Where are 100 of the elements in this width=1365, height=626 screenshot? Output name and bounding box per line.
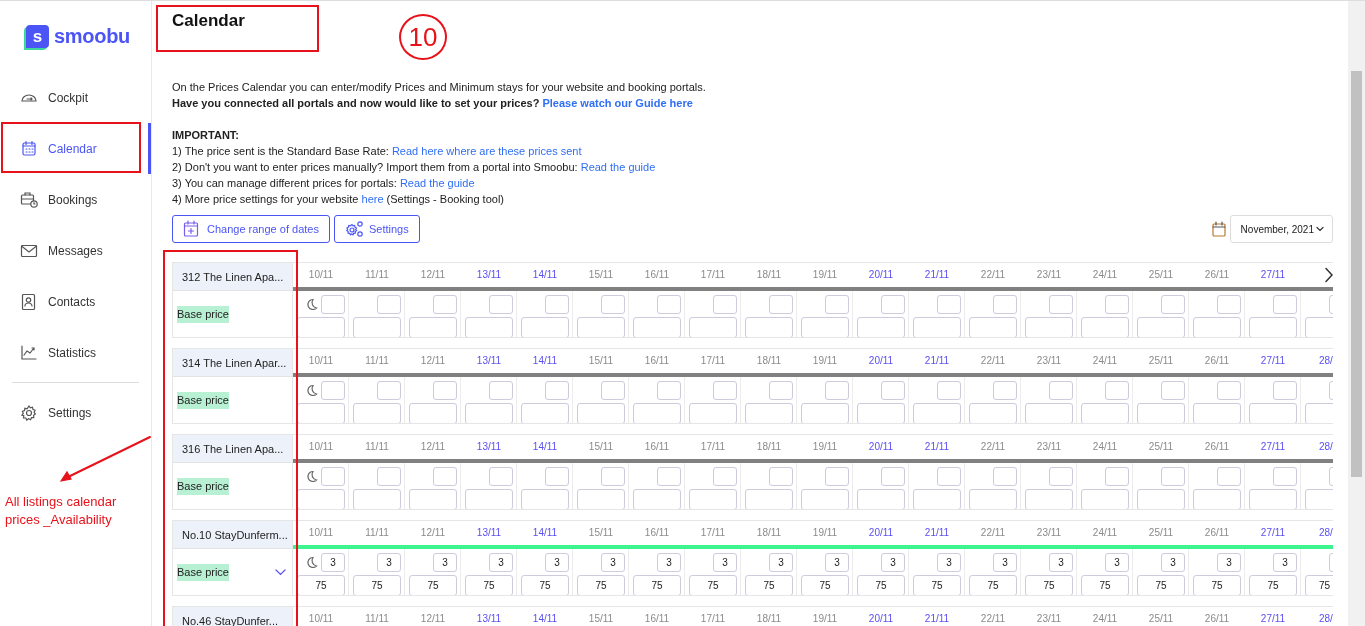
min-stay-field[interactable]: 3 <box>377 552 401 572</box>
min-stay-field[interactable]: 3 <box>545 552 569 572</box>
change-range-button[interactable]: Change range of dates <box>172 215 330 244</box>
min-stay-field[interactable] <box>937 380 961 400</box>
price-field[interactable] <box>1137 403 1185 424</box>
price-field[interactable] <box>465 489 513 510</box>
price-field[interactable]: 75 <box>1081 575 1129 596</box>
price-field[interactable] <box>465 317 513 338</box>
min-stay-field[interactable] <box>993 380 1017 400</box>
price-field[interactable]: 75 <box>465 575 513 596</box>
min-stay-field[interactable] <box>1161 466 1185 486</box>
min-stay-field[interactable] <box>1161 294 1185 314</box>
min-stay-field[interactable]: 3 <box>1105 552 1129 572</box>
price-field[interactable]: 75 <box>577 575 625 596</box>
price-field[interactable] <box>1025 489 1073 510</box>
price-field[interactable] <box>689 317 737 338</box>
price-field[interactable]: 75 <box>689 575 737 596</box>
price-field[interactable] <box>913 403 961 424</box>
min-stay-field[interactable] <box>1049 294 1073 314</box>
price-field[interactable] <box>1137 489 1185 510</box>
price-field[interactable] <box>1193 489 1241 510</box>
min-stay-field[interactable]: 3 <box>1217 552 1241 572</box>
min-stay-field[interactable] <box>545 294 569 314</box>
month-dropdown[interactable]: November, 2021 <box>1229 215 1333 244</box>
min-stay-field[interactable] <box>545 380 569 400</box>
price-field[interactable] <box>857 489 905 510</box>
min-stay-field[interactable] <box>321 380 345 400</box>
min-stay-field[interactable] <box>713 294 737 314</box>
listing-name[interactable]: No.10 StayDunferm... <box>173 521 292 550</box>
min-stay-field[interactable] <box>657 380 681 400</box>
min-stay-field[interactable] <box>433 294 457 314</box>
price-field[interactable] <box>1193 403 1241 424</box>
min-stay-field[interactable]: 3 <box>881 552 905 572</box>
min-stay-field[interactable] <box>1217 380 1241 400</box>
note-link[interactable]: Read here where are these prices sent <box>391 145 582 158</box>
price-field[interactable] <box>913 489 961 510</box>
min-stay-field[interactable]: 3 <box>601 552 625 572</box>
price-field[interactable]: 75 <box>913 575 961 596</box>
price-field[interactable] <box>409 403 457 424</box>
min-stay-field[interactable] <box>937 294 961 314</box>
price-field[interactable] <box>857 317 905 338</box>
price-field[interactable] <box>633 403 681 424</box>
price-field[interactable] <box>521 489 569 510</box>
min-stay-field[interactable] <box>1217 466 1241 486</box>
min-stay-field[interactable] <box>1105 294 1129 314</box>
min-stay-field[interactable] <box>1273 294 1297 314</box>
price-field[interactable] <box>633 317 681 338</box>
price-field[interactable]: 75 <box>857 575 905 596</box>
min-stay-field[interactable] <box>937 466 961 486</box>
min-stay-field[interactable] <box>489 466 513 486</box>
min-stay-field[interactable]: 3 <box>1161 552 1185 572</box>
price-field[interactable] <box>689 403 737 424</box>
min-stay-field[interactable]: 3 <box>657 552 681 572</box>
min-stay-field[interactable]: 3 <box>769 552 793 572</box>
price-field[interactable] <box>297 403 345 424</box>
min-stay-field[interactable]: 3 <box>993 552 1017 572</box>
price-field[interactable] <box>745 489 793 510</box>
price-field[interactable] <box>577 317 625 338</box>
min-stay-field[interactable] <box>1273 380 1297 400</box>
min-stay-field[interactable] <box>601 380 625 400</box>
price-field[interactable] <box>857 403 905 424</box>
price-field[interactable]: 75 <box>745 575 793 596</box>
price-field[interactable] <box>1025 317 1073 338</box>
min-stay-field[interactable] <box>433 466 457 486</box>
min-stay-field[interactable]: 3 <box>489 552 513 572</box>
price-field[interactable] <box>801 489 849 510</box>
price-field[interactable] <box>409 489 457 510</box>
price-field[interactable] <box>1081 317 1129 338</box>
min-stay-field[interactable] <box>881 466 905 486</box>
price-field[interactable] <box>1025 403 1073 424</box>
min-stay-field[interactable]: 3 <box>713 552 737 572</box>
min-stay-field[interactable] <box>601 294 625 314</box>
price-field[interactable] <box>969 317 1017 338</box>
listing-name[interactable]: 314 The Linen Apar... <box>173 349 292 378</box>
price-field[interactable] <box>465 403 513 424</box>
price-field[interactable] <box>1137 317 1185 338</box>
min-stay-field[interactable] <box>1105 466 1129 486</box>
price-field[interactable]: 75 <box>409 575 457 596</box>
min-stay-field[interactable] <box>993 466 1017 486</box>
price-field[interactable] <box>297 317 345 338</box>
min-stay-field[interactable] <box>1161 380 1185 400</box>
min-stay-field[interactable]: 3 <box>1273 552 1297 572</box>
sidebar-item[interactable]: Settings <box>0 387 151 438</box>
price-field[interactable] <box>353 489 401 510</box>
price-field[interactable] <box>1249 489 1297 510</box>
min-stay-field[interactable] <box>377 380 401 400</box>
price-field[interactable]: 75 <box>297 575 345 596</box>
min-stay-field[interactable] <box>713 380 737 400</box>
sidebar-item[interactable]: Contacts <box>0 276 151 327</box>
price-field[interactable] <box>353 403 401 424</box>
scrollbar[interactable] <box>1348 1 1365 626</box>
min-stay-field[interactable] <box>1273 466 1297 486</box>
min-stay-field[interactable] <box>825 380 849 400</box>
price-field[interactable] <box>633 489 681 510</box>
min-stay-field[interactable] <box>1049 380 1073 400</box>
price-field[interactable] <box>745 317 793 338</box>
price-field[interactable]: 75 <box>1305 575 1333 596</box>
min-stay-field[interactable]: 3 <box>433 552 457 572</box>
sidebar-item[interactable]: Messages <box>0 225 151 276</box>
sidebar-item[interactable]: Cockpit <box>0 72 151 123</box>
